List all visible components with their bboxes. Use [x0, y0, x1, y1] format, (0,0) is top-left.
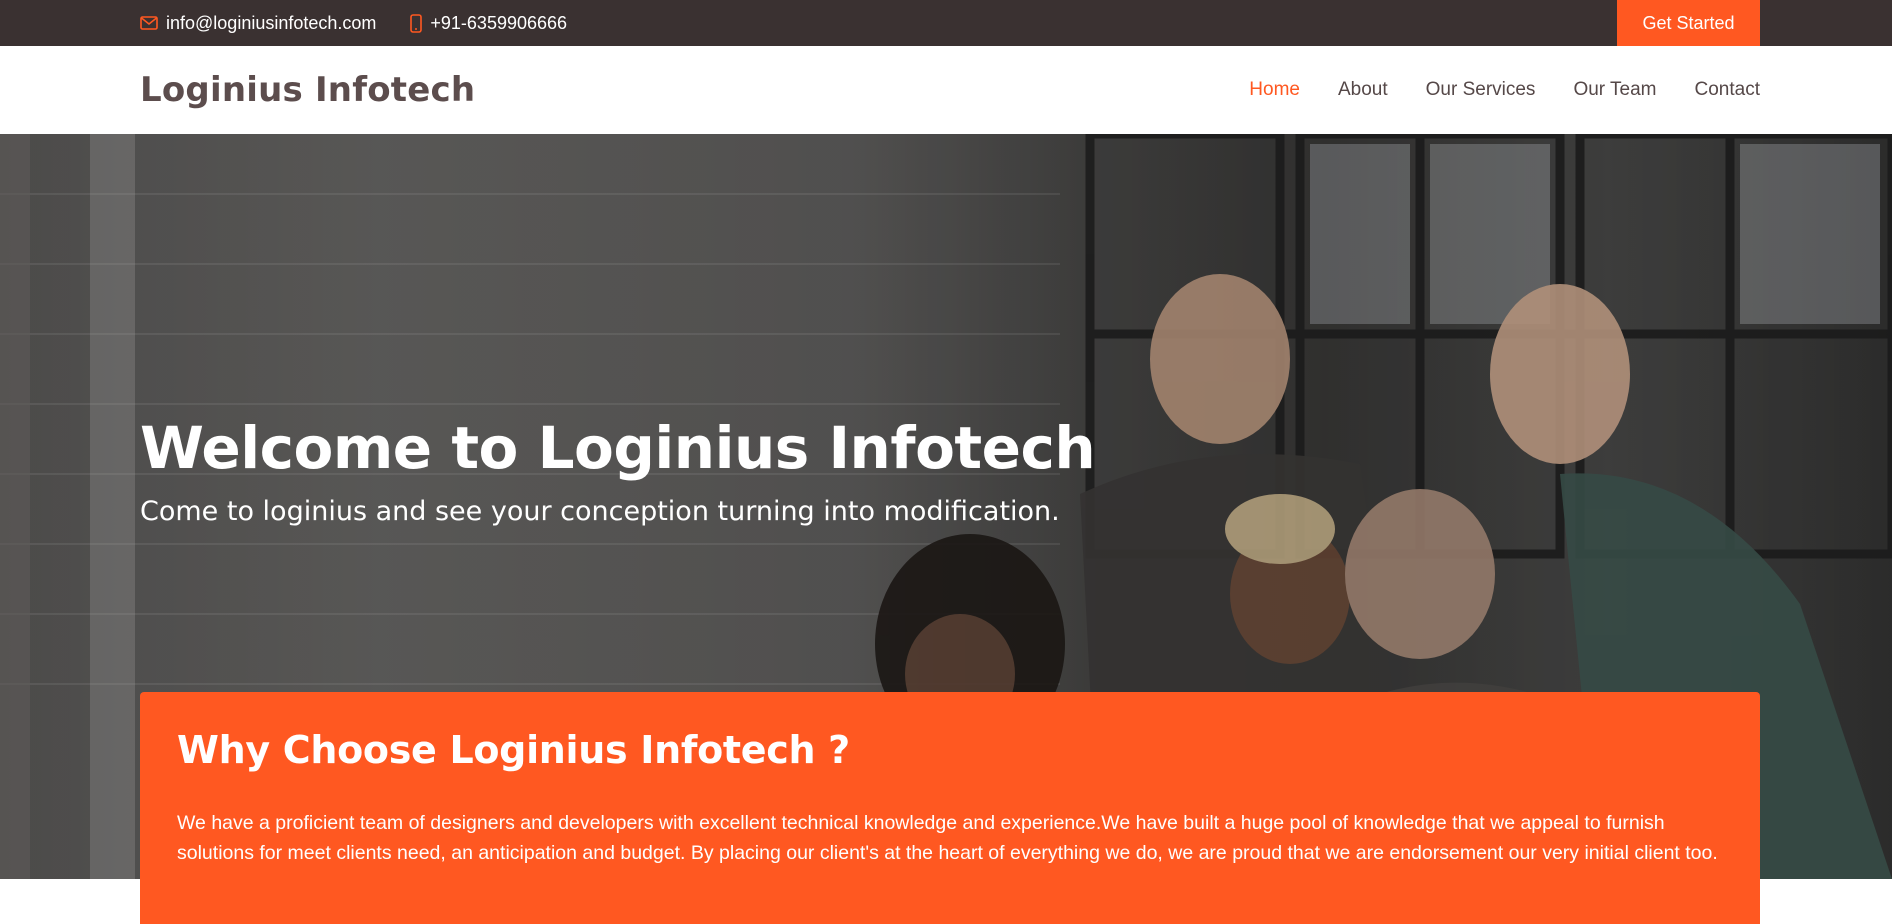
why-choose-title: Why Choose Loginius Infotech ? [177, 728, 850, 772]
nav-contact[interactable]: Contact [1695, 79, 1760, 101]
phone-contact[interactable]: +91-6359906666 [410, 13, 567, 34]
nav-our-services[interactable]: Our Services [1426, 79, 1536, 101]
contact-info: info@loginiusinfotech.com +91-6359906666 [140, 0, 567, 46]
get-started-button[interactable]: Get Started [1617, 0, 1760, 46]
phone-text: +91-6359906666 [430, 12, 568, 33]
why-choose-box: Why Choose Loginius Infotech ? We have a… [140, 692, 1760, 924]
nav-our-team[interactable]: Our Team [1573, 79, 1656, 101]
email-contact[interactable]: info@loginiusinfotech.com [140, 13, 376, 34]
top-bar: info@loginiusinfotech.com +91-6359906666… [0, 0, 1892, 46]
mobile-phone-icon [410, 13, 423, 33]
site-header: Loginius Infotech Home About Our Service… [0, 46, 1892, 134]
hero-subtitle: Come to loginius and see your conception… [140, 496, 1060, 527]
email-text: info@loginiusinfotech.com [166, 12, 377, 33]
nav-home[interactable]: Home [1249, 79, 1300, 101]
site-logo[interactable]: Loginius Infotech [140, 46, 475, 134]
hero-title: Welcome to Loginius Infotech [140, 414, 1096, 482]
why-choose-text: We have a proficient team of designers a… [177, 812, 1718, 864]
nav-about[interactable]: About [1338, 79, 1388, 101]
envelope-icon [140, 16, 158, 30]
main-nav: Home About Our Services Our Team Contact [1249, 46, 1760, 134]
